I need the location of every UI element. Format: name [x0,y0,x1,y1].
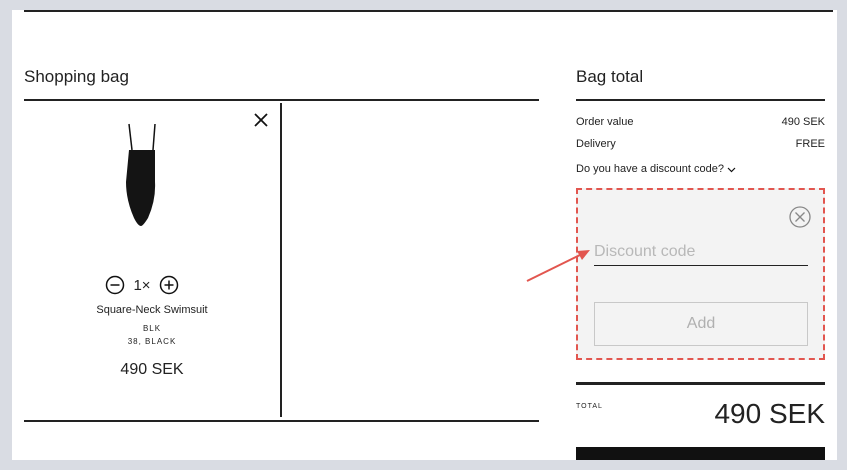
product-name[interactable]: Square-Neck Swimsuit [52,304,252,316]
product-price: 490 SEK [120,361,184,378]
arrow-annotation [526,250,590,282]
discount-panel: Add [576,188,825,360]
summary-divider-top [576,99,825,101]
top-divider [24,10,833,12]
delivery-label: Delivery [576,138,616,150]
plus-circle-icon[interactable] [159,275,179,295]
summary-title: Bag total [576,67,644,86]
bag-title: Shopping bag [24,67,129,86]
minus-circle-icon[interactable] [105,275,125,295]
chevron-down-icon [727,167,736,172]
add-discount-button[interactable]: Add [594,302,808,346]
checkout-button[interactable] [576,447,825,460]
bag-divider-top [24,99,539,101]
quantity-stepper: 1× [82,275,202,295]
bag-divider-bottom [24,420,539,422]
discount-toggle-label: Do you have a discount code? [576,163,724,175]
summary-divider-bottom [576,382,825,385]
circle-x-icon[interactable] [789,206,811,228]
order-value: 490 SEK [781,116,825,128]
bag-column-divider [280,103,282,417]
delivery-value: FREE [795,138,825,150]
cart-page: Shopping bag 1× Square-Neck Swimsuit BLK… [12,10,837,460]
discount-toggle[interactable]: Do you have a discount code? [576,163,736,175]
total-amount: 490 SEK [714,398,825,429]
product-color-code: BLK [142,324,162,333]
close-icon[interactable] [252,111,270,129]
discount-code-input[interactable] [594,238,808,266]
quantity-value: 1× [133,276,151,294]
total-label: TOTAL [576,403,603,410]
order-value-label: Order value [576,116,634,128]
delivery-row: Delivery FREE [576,138,825,150]
order-value-row: Order value 490 SEK [576,116,825,128]
product-image[interactable] [112,122,172,234]
product-variant: 38, BLACK [127,337,177,346]
